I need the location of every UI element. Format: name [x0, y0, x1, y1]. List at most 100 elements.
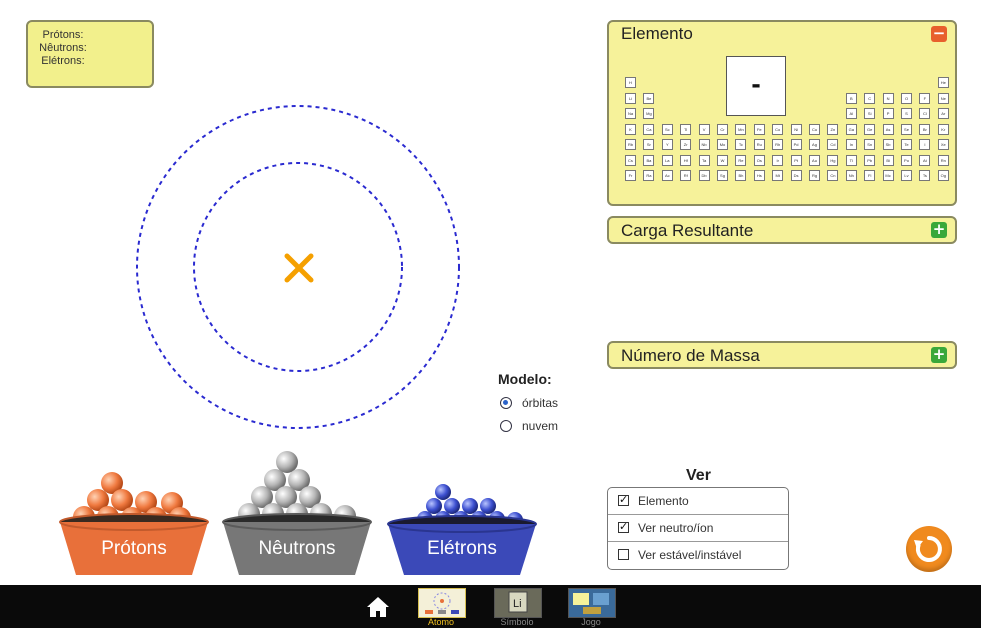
element-cell[interactable]: Mo: [717, 139, 728, 150]
element-cell[interactable]: Rh: [772, 139, 784, 150]
element-cell[interactable]: Hs: [753, 170, 765, 181]
element-cell[interactable]: H: [625, 77, 636, 88]
element-cell[interactable]: Rb: [625, 139, 636, 150]
element-cell[interactable]: Ba: [643, 154, 655, 166]
option-neutral-ion[interactable]: ✓ Ver neutro/íon: [608, 515, 788, 542]
element-cell[interactable]: Y: [661, 139, 673, 150]
home-icon[interactable]: [366, 596, 390, 618]
element-cell[interactable]: N: [882, 92, 894, 104]
element-cell[interactable]: Mn: [735, 123, 747, 135]
element-cell[interactable]: He: [937, 77, 949, 88]
element-cell[interactable]: O: [901, 92, 912, 104]
element-cell[interactable]: Ra: [643, 170, 655, 181]
element-cell[interactable]: Pt: [790, 154, 802, 166]
element-cell[interactable]: Sb: [882, 139, 894, 150]
expand-icon[interactable]: +: [931, 347, 947, 363]
element-cell[interactable]: In: [845, 139, 857, 150]
mass-number-panel[interactable]: Número de Massa +: [607, 341, 957, 369]
element-cell[interactable]: Ir: [772, 154, 784, 166]
element-cell[interactable]: Rf: [680, 170, 692, 181]
charge-panel[interactable]: Carga Resultante +: [607, 216, 957, 244]
tab-symbol-label[interactable]: Símbolo: [487, 617, 547, 627]
element-cell[interactable]: Sg: [717, 170, 728, 181]
element-cell[interactable]: At: [919, 154, 931, 166]
element-cell[interactable]: Zr: [680, 139, 692, 150]
element-cell[interactable]: Ta: [698, 154, 710, 166]
element-cell[interactable]: Hg: [827, 154, 839, 166]
element-cell[interactable]: B: [845, 92, 857, 104]
element-cell[interactable]: Cn: [827, 170, 839, 181]
element-cell[interactable]: Db: [698, 170, 710, 181]
element-cell[interactable]: Tc: [735, 139, 747, 150]
element-cell[interactable]: Bh: [735, 170, 747, 181]
element-cell[interactable]: Cr: [717, 123, 728, 135]
element-cell[interactable]: Kr: [937, 123, 949, 135]
element-cell[interactable]: Os: [753, 154, 765, 166]
checkbox-stable-unstable[interactable]: [618, 549, 629, 560]
element-cell[interactable]: As: [882, 123, 894, 135]
option-stable-unstable[interactable]: Ver estável/instável: [608, 542, 788, 569]
element-cell[interactable]: Rg: [809, 170, 820, 181]
expand-icon[interactable]: +: [931, 222, 947, 238]
element-cell[interactable]: Zn: [827, 123, 839, 135]
element-cell[interactable]: Ti: [680, 123, 692, 135]
element-cell[interactable]: Pb: [864, 154, 876, 166]
element-cell[interactable]: Ge: [864, 123, 876, 135]
tab-atom-label[interactable]: Átomo: [411, 617, 471, 627]
element-cell[interactable]: C: [864, 92, 876, 104]
element-cell[interactable]: Ac: [661, 170, 673, 181]
element-cell[interactable]: Og: [937, 170, 949, 181]
element-cell[interactable]: F: [919, 92, 931, 104]
element-cell[interactable]: Se: [901, 123, 912, 135]
element-cell[interactable]: Be: [643, 92, 655, 104]
element-cell[interactable]: Cl: [919, 108, 931, 119]
element-cell[interactable]: Re: [735, 154, 747, 166]
element-cell[interactable]: Fe: [753, 123, 765, 135]
element-cell[interactable]: Ni: [790, 123, 802, 135]
element-cell[interactable]: Sc: [661, 123, 673, 135]
element-cell[interactable]: Br: [919, 123, 931, 135]
element-cell[interactable]: K: [625, 123, 636, 135]
element-cell[interactable]: Ne: [937, 92, 949, 104]
tab-game[interactable]: [568, 588, 616, 618]
element-cell[interactable]: Au: [809, 154, 820, 166]
element-cell[interactable]: Ru: [753, 139, 765, 150]
element-cell[interactable]: P: [882, 108, 894, 119]
element-cell[interactable]: Hf: [680, 154, 692, 166]
element-cell[interactable]: Fr: [625, 170, 636, 181]
element-cell[interactable]: Xe: [937, 139, 949, 150]
element-cell[interactable]: Rn: [937, 154, 949, 166]
element-cell[interactable]: Na: [625, 108, 636, 119]
tab-game-label[interactable]: Jogo: [561, 617, 621, 627]
collapse-icon[interactable]: −: [931, 26, 947, 42]
element-cell[interactable]: Al: [845, 108, 857, 119]
element-cell[interactable]: Sn: [864, 139, 876, 150]
element-cell[interactable]: S: [901, 108, 912, 119]
tab-atom[interactable]: [418, 588, 466, 618]
element-cell[interactable]: Mt: [772, 170, 784, 181]
checkbox-element[interactable]: ✓: [618, 494, 629, 506]
element-cell[interactable]: Lv: [901, 170, 912, 181]
element-cell[interactable]: Si: [864, 108, 876, 119]
element-cell[interactable]: V: [698, 123, 710, 135]
reset-button[interactable]: [906, 526, 952, 572]
element-cell[interactable]: La: [661, 154, 673, 166]
element-cell[interactable]: Te: [901, 139, 912, 150]
element-cell[interactable]: Sr: [643, 139, 655, 150]
element-cell[interactable]: Mg: [643, 108, 655, 119]
element-cell[interactable]: Ga: [845, 123, 857, 135]
element-cell[interactable]: Bi: [882, 154, 894, 166]
element-cell[interactable]: Nh: [845, 170, 857, 181]
element-cell[interactable]: Ag: [809, 139, 820, 150]
element-cell[interactable]: Cu: [809, 123, 820, 135]
checkbox-neutral-ion[interactable]: ✓: [618, 521, 629, 533]
element-cell[interactable]: Fl: [864, 170, 876, 181]
element-cell[interactable]: Ca: [643, 123, 655, 135]
element-cell[interactable]: Po: [901, 154, 912, 166]
element-cell[interactable]: Li: [625, 92, 636, 104]
element-cell[interactable]: Ds: [790, 170, 802, 181]
element-cell[interactable]: W: [717, 154, 728, 166]
element-cell[interactable]: I: [919, 139, 931, 150]
tab-symbol[interactable]: Li: [494, 588, 542, 618]
element-cell[interactable]: Ar: [937, 108, 949, 119]
